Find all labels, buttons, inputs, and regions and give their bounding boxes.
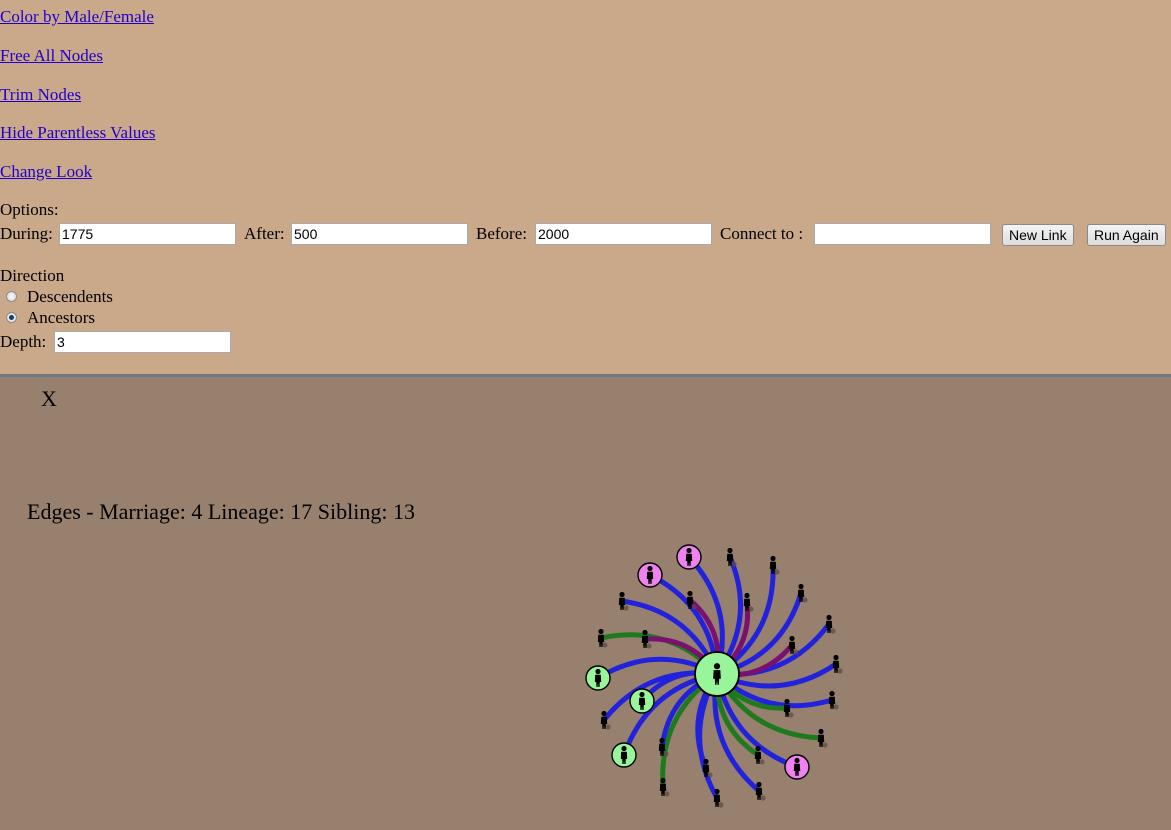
after-label: After: — [244, 224, 285, 243]
trim-nodes-link[interactable]: Trim Nodes — [0, 85, 81, 105]
ancestors-radio[interactable] — [6, 312, 17, 323]
node-layer — [585, 544, 843, 808]
depth-input[interactable] — [54, 331, 231, 353]
person-node[interactable] — [713, 788, 724, 808]
person-node[interactable] — [817, 728, 828, 748]
during-input[interactable] — [59, 223, 236, 245]
change-look-link[interactable]: Change Look — [0, 162, 92, 182]
person-node[interactable] — [637, 562, 663, 588]
before-input[interactable] — [535, 223, 712, 245]
person-node[interactable] — [788, 635, 799, 655]
person-node[interactable] — [611, 742, 637, 768]
direction-heading: Direction — [0, 266, 65, 285]
person-node[interactable] — [783, 698, 794, 718]
family-graph — [585, 544, 843, 808]
person-node[interactable] — [784, 754, 810, 780]
hide-parentless-link[interactable]: Hide Parentless Values — [0, 123, 156, 143]
person-node[interactable] — [659, 777, 670, 797]
person-node[interactable] — [825, 614, 836, 634]
person-node[interactable] — [585, 665, 611, 691]
center-person-node[interactable] — [694, 651, 740, 697]
person-node[interactable] — [676, 544, 702, 570]
ancestors-label: Ancestors — [27, 308, 95, 327]
connect-to-label: Connect to : — [720, 224, 804, 243]
connect-to-input[interactable] — [814, 223, 991, 245]
new-link-button[interactable]: New Link — [1002, 224, 1074, 246]
person-node[interactable] — [726, 547, 737, 567]
descendents-radio[interactable] — [6, 291, 17, 302]
after-input[interactable] — [291, 223, 468, 245]
during-label: During: — [0, 224, 53, 243]
options-heading: Options: — [0, 200, 59, 219]
graph-area[interactable]: X Edges - Marriage: 4 Lineage: 17 Siblin… — [0, 377, 1171, 830]
descendents-label: Descendents — [27, 287, 113, 306]
color-by-sex-link[interactable]: Color by Male/Female — [0, 7, 154, 27]
controls-panel: Color by Male/Female Free All Nodes Trim… — [0, 0, 1171, 375]
depth-label: Depth: — [0, 332, 47, 351]
person-node[interactable] — [828, 690, 839, 710]
free-all-nodes-link[interactable]: Free All Nodes — [0, 46, 103, 66]
run-again-button[interactable]: Run Again — [1087, 224, 1166, 246]
before-label: Before: — [476, 224, 527, 243]
person-node[interactable] — [832, 654, 843, 674]
person-node[interactable] — [755, 781, 766, 801]
person-node[interactable] — [629, 688, 655, 714]
